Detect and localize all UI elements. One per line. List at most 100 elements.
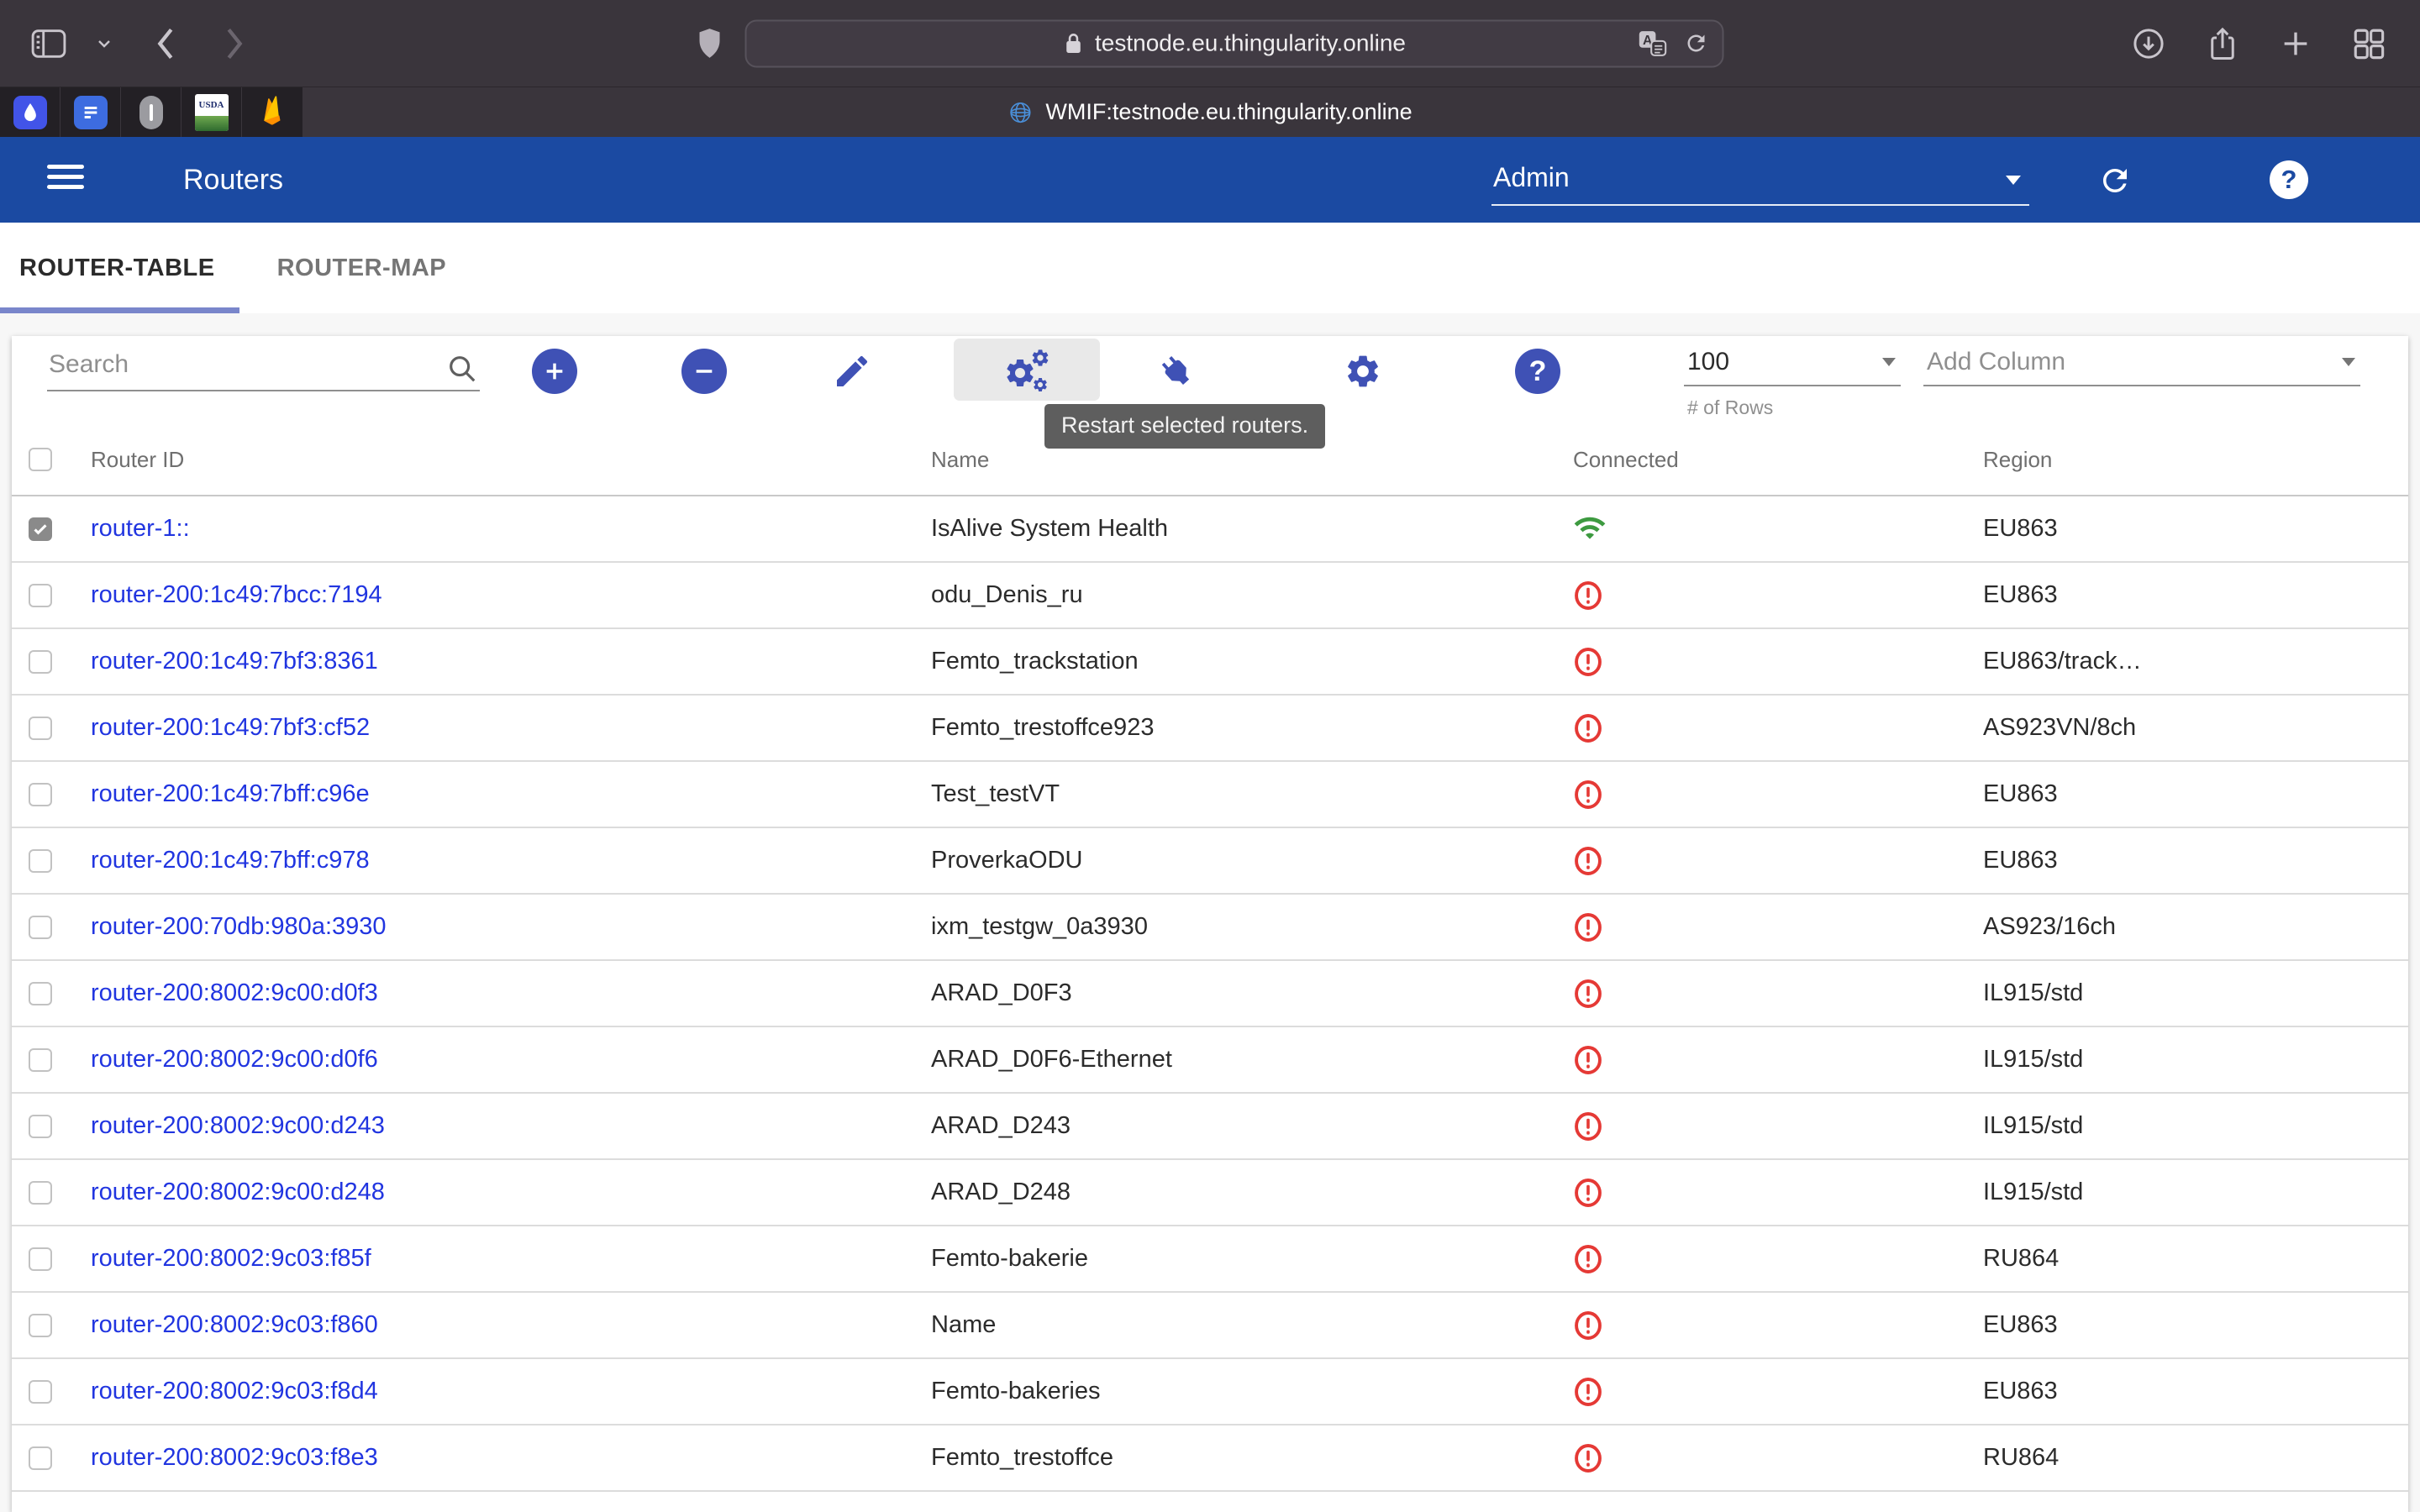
reload-icon[interactable] <box>1684 31 1709 56</box>
url-text: testnode.eu.thingularity.online <box>1095 30 1406 57</box>
table-row: router-200:1c49:7bf3:cf52 Femto_trestoff… <box>12 696 2408 762</box>
help-button[interactable]: ? <box>2270 160 2308 199</box>
forward-button[interactable] <box>224 27 245 60</box>
question-mark-icon: ? <box>2270 160 2308 199</box>
active-tab[interactable]: WMIF:testnode.eu.thingularity.online <box>1007 87 1412 137</box>
row-checkbox[interactable] <box>29 916 52 939</box>
router-id-link[interactable]: router-200:8002:9c03:f8e3 <box>91 1444 378 1471</box>
select-all-checkbox[interactable] <box>29 448 52 471</box>
router-id-link[interactable]: router-200:1c49:7bf3:cf52 <box>91 714 370 741</box>
row-checkbox[interactable] <box>29 1446 52 1470</box>
row-checkbox[interactable] <box>29 1380 52 1404</box>
rows-per-page-select[interactable]: 100 # of Rows <box>1684 346 1901 419</box>
address-bar[interactable]: testnode.eu.thingularity.online A <box>745 19 1724 67</box>
row-checkbox[interactable] <box>29 1247 52 1271</box>
refresh-button[interactable] <box>2097 163 2133 198</box>
share-icon[interactable] <box>2205 24 2240 63</box>
toolbar: ? Restart selected routers. 100 # of Row… <box>12 336 2408 424</box>
add-router-button[interactable] <box>531 348 578 395</box>
sidebar-chevron-icon[interactable] <box>96 38 113 50</box>
row-checkbox[interactable] <box>29 517 52 541</box>
router-id-link[interactable]: router-200:8002:9c00:d0f3 <box>91 979 378 1006</box>
router-name: odu_Denis_ru <box>916 581 1558 609</box>
router-name: ARAD_D0F6-Ethernet <box>916 1046 1558 1074</box>
toolbar-help-button[interactable]: ? <box>1514 348 1561 395</box>
settings-button[interactable] <box>1339 348 1386 395</box>
region: AS923/16ch <box>1968 913 2408 941</box>
connect-button[interactable] <box>1153 348 1200 395</box>
router-id-link[interactable]: router-200:8002:9c00:d0f6 <box>91 1046 378 1073</box>
router-id-link[interactable]: router-200:1c49:7bff:c96e <box>91 780 370 807</box>
tab-overview-icon[interactable] <box>2351 26 2386 61</box>
question-mark-circle-icon: ? <box>1515 349 1560 394</box>
translate-icon[interactable]: A <box>1639 30 1667 57</box>
role-selector-value: Admin <box>1493 162 1570 193</box>
error-icon <box>1573 845 1968 877</box>
main-content: ? Restart selected routers. 100 # of Row… <box>0 313 2420 1512</box>
row-checkbox[interactable] <box>29 1048 52 1072</box>
tab-router-table[interactable]: ROUTER-TABLE <box>0 223 239 313</box>
error-icon <box>1573 978 1968 1010</box>
downloads-icon[interactable] <box>2131 26 2166 61</box>
error-icon <box>1573 1376 1968 1408</box>
chevron-down-icon <box>2006 176 2021 185</box>
router-table-body: router-1:: IsAlive System Health EU863 r… <box>12 496 2408 1492</box>
new-tab-icon[interactable] <box>2279 27 2312 60</box>
row-checkbox[interactable] <box>29 783 52 806</box>
router-id-link[interactable]: router-200:8002:9c03:f85f <box>91 1245 371 1272</box>
table-row: router-200:1c49:7bcc:7194 odu_Denis_ru E… <box>12 563 2408 629</box>
add-column-select[interactable]: Add Column <box>1923 346 2360 386</box>
router-id-link[interactable]: router-200:1c49:7bf3:8361 <box>91 648 378 675</box>
pinned-tab-list[interactable] <box>60 87 121 137</box>
search-input[interactable] <box>47 344 480 391</box>
error-icon <box>1573 911 1968 943</box>
router-id-link[interactable]: router-200:70db:980a:3930 <box>91 913 387 940</box>
row-checkbox[interactable] <box>29 982 52 1005</box>
view-tabs: ROUTER-TABLE ROUTER-MAP <box>0 223 2420 313</box>
pinned-tab-usda[interactable]: USDA <box>182 87 242 137</box>
table-row: router-200:8002:9c03:f8d4 Femto-bakeries… <box>12 1359 2408 1425</box>
table-row: router-200:70db:980a:3930 ixm_testgw_0a3… <box>12 895 2408 961</box>
privacy-shield-icon[interactable] <box>697 28 723 60</box>
row-checkbox[interactable] <box>29 717 52 740</box>
router-name: ProverkaODU <box>916 847 1558 874</box>
error-icon <box>1573 646 1968 678</box>
router-name: Femto-bakeries <box>916 1378 1558 1405</box>
region: EU863 <box>1968 515 2408 543</box>
row-checkbox[interactable] <box>29 650 52 674</box>
router-name: ixm_testgw_0a3930 <box>916 913 1558 941</box>
row-checkbox[interactable] <box>29 849 52 873</box>
restart-routers-button[interactable] <box>1003 348 1050 395</box>
error-icon <box>1573 1110 1968 1142</box>
remove-router-button[interactable] <box>681 348 728 395</box>
router-id-link[interactable]: router-200:8002:9c03:f8d4 <box>91 1378 378 1404</box>
router-id-link[interactable]: router-1:: <box>91 515 190 542</box>
row-checkbox[interactable] <box>29 1181 52 1205</box>
router-id-link[interactable]: router-200:1c49:7bcc:7194 <box>91 581 382 608</box>
region: IL915/std <box>1968 1112 2408 1140</box>
router-id-link[interactable]: router-200:8002:9c00:d248 <box>91 1179 385 1205</box>
router-id-link[interactable]: router-200:1c49:7bff:c978 <box>91 847 370 874</box>
minus-circle-icon <box>681 349 727 394</box>
row-checkbox[interactable] <box>29 1314 52 1337</box>
region: EU863/track… <box>1968 648 2408 675</box>
pinned-tab-flame[interactable] <box>242 87 302 137</box>
router-id-link[interactable]: router-200:8002:9c00:d243 <box>91 1112 385 1139</box>
row-checkbox[interactable] <box>29 1115 52 1138</box>
pinned-tab-droplet[interactable] <box>0 87 60 137</box>
add-column-value: Add Column <box>1923 346 2360 385</box>
tab-router-map[interactable]: ROUTER-MAP <box>239 223 485 313</box>
pinned-tab-capsule[interactable] <box>121 87 182 137</box>
row-checkbox[interactable] <box>29 584 52 607</box>
table-row: router-1:: IsAlive System Health EU863 <box>12 496 2408 563</box>
router-id-link[interactable]: router-200:8002:9c03:f860 <box>91 1311 378 1338</box>
menu-icon[interactable] <box>47 165 84 195</box>
error-icon <box>1573 1044 1968 1076</box>
role-selector[interactable]: Admin <box>1491 155 2029 206</box>
active-tab-title: WMIF:testnode.eu.thingularity.online <box>1045 99 1412 125</box>
back-button[interactable] <box>155 27 176 60</box>
sidebar-toggle-icon[interactable] <box>30 29 67 59</box>
region: IL915/std <box>1968 979 2408 1007</box>
edit-router-button[interactable] <box>829 348 876 395</box>
router-name: Test_testVT <box>916 780 1558 808</box>
